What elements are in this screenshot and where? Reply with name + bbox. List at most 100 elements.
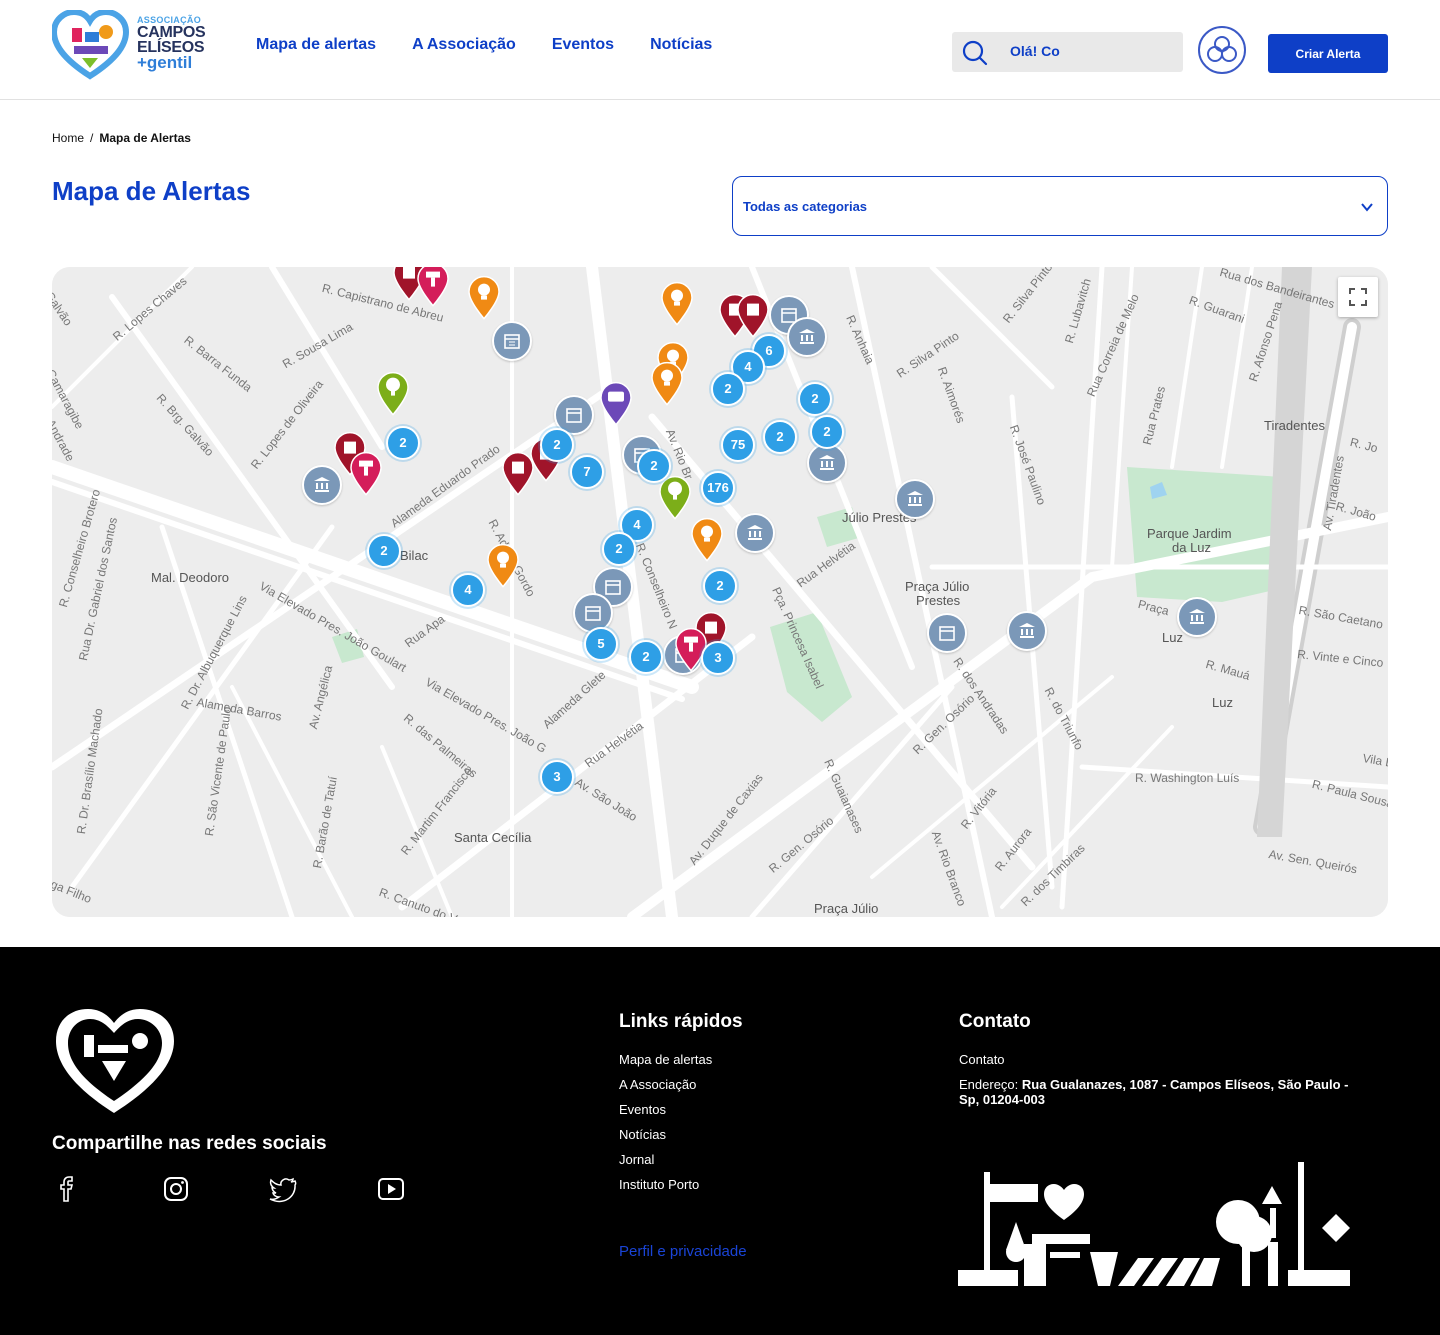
fullscreen-icon [1349, 288, 1367, 306]
category-select-value: Todas as categorias [743, 199, 868, 214]
logo-line1: CAMPOS [137, 24, 206, 41]
calendar-icon [585, 606, 601, 621]
instagram-icon[interactable] [162, 1175, 190, 1203]
facebook-icon[interactable] [53, 1175, 81, 1203]
search-icon [962, 40, 988, 66]
cluster-marker[interactable]: 2 [602, 532, 636, 566]
building-icon [907, 491, 923, 506]
user-avatar[interactable] [1198, 26, 1246, 74]
institution-marker[interactable] [787, 317, 827, 357]
youtube-icon[interactable] [377, 1175, 405, 1203]
privacy-link[interactable]: Perfil e privacidade [619, 1243, 747, 1260]
cluster-marker[interactable]: 176 [701, 471, 735, 505]
lamp-alert-pin-icon[interactable] [467, 275, 501, 320]
nav-eventos[interactable]: Eventos [552, 36, 614, 54]
site-logo[interactable]: ASSOCIAÇÃO CAMPOS ELÍSEOS +gentil [50, 8, 212, 80]
place-label: Luz [1162, 630, 1183, 645]
city-skyline-icon [958, 1162, 1350, 1286]
institution-marker[interactable] [735, 513, 775, 553]
place-label: Praça Júlio [814, 901, 879, 916]
paint-alert-pin-icon[interactable] [416, 267, 450, 307]
calendar-icon [566, 408, 582, 423]
footer-link-mapa[interactable]: Mapa de alertas [619, 1052, 712, 1077]
cluster-marker[interactable]: 5 [584, 627, 618, 661]
site-header: ASSOCIAÇÃO CAMPOS ELÍSEOS +gentil Mapa d… [0, 0, 1440, 100]
lamp-alert-pin-icon[interactable] [650, 361, 684, 406]
greeting-text: Olá! Co [1010, 43, 1060, 59]
breadcrumb-home[interactable]: Home [52, 131, 84, 145]
contact-title: Contato [959, 1011, 1031, 1032]
lamp-alert-pin-icon[interactable] [486, 543, 520, 588]
cluster-marker[interactable]: 2 [629, 640, 663, 674]
cluster-marker[interactable]: 7 [570, 455, 604, 489]
cluster-marker[interactable]: 75 [721, 428, 755, 462]
logo-line3: +gentil [137, 53, 193, 72]
calendar-icon [504, 334, 520, 349]
calendar-icon [605, 580, 621, 595]
category-select[interactable]: Todas as categorias [732, 176, 1388, 236]
footer-heart-logo-icon [56, 1009, 174, 1113]
place-label: Luz [1212, 695, 1233, 710]
cluster-marker[interactable]: 2 [810, 415, 844, 449]
building-icon [747, 525, 763, 540]
place-label: Praça Júlio [905, 579, 970, 594]
institution-marker[interactable] [492, 321, 532, 361]
cluster-marker[interactable]: 2 [540, 428, 574, 462]
trash-alert-pin-icon[interactable] [736, 293, 770, 338]
contact-info: Contato Endereço: Rua Gualanazes, 1087 -… [959, 1052, 1359, 1107]
place-label: Prestes [916, 593, 961, 608]
footer-link-eventos[interactable]: Eventos [619, 1102, 712, 1127]
nav-a-associacao[interactable]: A Associação [412, 36, 516, 54]
street-label: R. Washington Luís [1135, 771, 1240, 785]
footer-link-instituto-porto[interactable]: Instituto Porto [619, 1177, 712, 1202]
building-icon [819, 455, 835, 470]
cluster-marker[interactable]: 2 [637, 449, 671, 483]
place-label: Santa Cecília [454, 830, 532, 845]
calendar-icon [939, 626, 955, 641]
cluster-marker[interactable]: 2 [367, 534, 401, 568]
cluster-marker[interactable]: 2 [386, 426, 420, 460]
create-alert-button[interactable]: Criar Alerta [1268, 34, 1388, 73]
bus-alert-pin-icon[interactable] [599, 381, 633, 426]
institution-marker[interactable] [807, 443, 847, 483]
paint-alert-pin-icon[interactable] [349, 451, 383, 496]
cluster-marker[interactable]: 2 [703, 569, 737, 603]
main-nav: Mapa de alertas A Associação Eventos Not… [256, 36, 712, 54]
cluster-marker[interactable]: 3 [540, 760, 574, 794]
cluster-marker[interactable]: 2 [711, 372, 745, 406]
site-footer: Compartilhe nas redes sociais Links rápi… [0, 947, 1440, 1335]
footer-link-noticias[interactable]: Notícias [619, 1127, 712, 1152]
cluster-marker[interactable]: 4 [451, 573, 485, 607]
institution-marker[interactable] [927, 613, 967, 653]
lamp-alert-pin-icon[interactable] [660, 281, 694, 326]
cluster-marker[interactable]: 3 [701, 641, 735, 675]
address-label: Endereço: [959, 1077, 1019, 1092]
institution-marker[interactable] [1007, 611, 1047, 651]
page-title: Mapa de Alertas [52, 176, 251, 206]
alerts-map[interactable]: Tiradentes Parque Jardim da Luz Júlio Pr… [52, 267, 1388, 917]
nav-noticias[interactable]: Notícias [650, 36, 712, 54]
tree-alert-pin-icon[interactable] [658, 475, 692, 520]
breadcrumb: Home / Mapa de Alertas [52, 131, 191, 145]
search-bar[interactable]: Olá! Co [952, 32, 1183, 72]
place-label: Parque Jardim [1147, 526, 1232, 541]
institution-marker[interactable] [1177, 597, 1217, 637]
place-label: Bilac [400, 548, 429, 563]
twitter-icon[interactable] [269, 1175, 297, 1203]
fullscreen-button[interactable] [1338, 277, 1378, 317]
place-label: Tiradentes [1264, 418, 1325, 433]
user-avatar-icon [1207, 36, 1237, 62]
quick-links-title: Links rápidos [619, 1011, 743, 1032]
tree-alert-pin-icon[interactable] [376, 371, 410, 416]
chevron-down-icon [1361, 203, 1373, 212]
institution-marker[interactable] [895, 479, 935, 519]
nav-mapa-de-alertas[interactable]: Mapa de alertas [256, 36, 376, 54]
institution-marker[interactable] [573, 593, 613, 633]
cluster-marker[interactable]: 2 [798, 382, 832, 416]
footer-link-associacao[interactable]: A Associação [619, 1077, 712, 1102]
lamp-alert-pin-icon[interactable] [690, 517, 724, 562]
cluster-marker[interactable]: 2 [763, 420, 797, 454]
footer-link-jornal[interactable]: Jornal [619, 1152, 712, 1177]
contact-label: Contato [959, 1052, 1005, 1067]
share-title: Compartilhe nas redes sociais [52, 1133, 327, 1154]
